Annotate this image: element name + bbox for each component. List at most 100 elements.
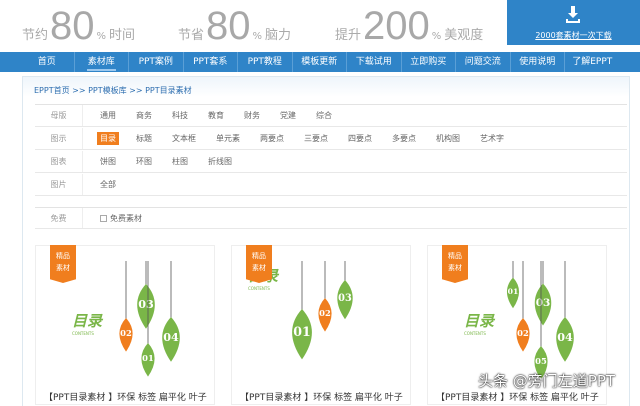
svg-text:04: 04: [163, 330, 179, 344]
slogan: 节约 80% 时间: [22, 4, 135, 49]
filter-row: 图片 全部: [35, 174, 627, 196]
card-title[interactable]: 【PPT目录素材 】环保 标签 扁平化 叶子: [436, 390, 599, 403]
leaf-label: 01: [141, 343, 155, 377]
filter-option[interactable]: 综合: [313, 109, 335, 122]
filter-row: 母版 通用 商务 科技 教育 财务 党建 综合: [35, 105, 627, 127]
leaf-label: 04: [556, 317, 574, 362]
svg-text:02: 02: [319, 308, 331, 318]
free-checkbox-label: 免费素材: [110, 213, 142, 223]
filter-row-free: 免费 免费素材: [35, 207, 627, 229]
filter-option[interactable]: 机构图: [433, 132, 463, 145]
slogan-pre: 节省: [178, 28, 205, 43]
slogan-pct: %: [431, 31, 442, 42]
svg-text:CONTENTS: CONTENTS: [464, 331, 486, 336]
svg-text:03: 03: [536, 297, 551, 309]
filter-option[interactable]: 商务: [133, 109, 155, 122]
nav-item[interactable]: 立即购买: [402, 52, 456, 72]
svg-text:CONTENTS: CONTENTS: [248, 286, 270, 291]
svg-text:02: 02: [120, 328, 132, 338]
filter-option[interactable]: 党建: [277, 109, 299, 122]
slogan-post: 脑力: [265, 28, 292, 43]
leaf-label: 02: [516, 318, 530, 352]
filter-option[interactable]: 环图: [133, 155, 155, 168]
svg-text:03: 03: [138, 297, 154, 311]
filter-option[interactable]: 柱图: [169, 155, 191, 168]
leaf-label: 02: [318, 298, 332, 332]
svg-text:03: 03: [338, 293, 352, 304]
download-icon: [566, 6, 580, 23]
slogan-num: 80: [206, 4, 251, 48]
free-checkbox[interactable]: 免费素材: [97, 212, 145, 225]
filter-option[interactable]: 艺术字: [477, 132, 507, 145]
slogan-pre: 提升: [335, 28, 362, 43]
filter-option[interactable]: 三要点: [301, 132, 331, 145]
nav-item[interactable]: 问题交流: [456, 52, 511, 72]
svg-text:01: 01: [293, 324, 311, 339]
filter-option[interactable]: 全部: [97, 178, 119, 191]
slogan-num: 200: [363, 4, 430, 48]
filter-option[interactable]: 标题: [133, 132, 155, 145]
filter-option[interactable]: 折线图: [205, 155, 235, 168]
leaf-label: 01: [506, 277, 520, 309]
card-title[interactable]: 【PPT目录素材 】环保 标签 扁平化 叶子: [44, 390, 207, 403]
slogan-pct: %: [96, 31, 107, 42]
watermark: 头条 @旁门左道PPT: [478, 372, 616, 390]
svg-text:05: 05: [535, 356, 547, 366]
filter-option[interactable]: 教育: [205, 109, 227, 122]
nav-item[interactable]: 首页: [20, 52, 75, 72]
filter-label: 图示: [35, 128, 83, 149]
slogan-post: 美观度: [444, 28, 484, 43]
template-card[interactable]: 03 02 04 01 目录 CONTENTS 精品 素材【PPT目录素材 】环保 标签 扁平…: [35, 245, 215, 405]
leaf-label: 03: [137, 284, 155, 329]
filter-option[interactable]: 单元素: [213, 132, 243, 145]
template-card[interactable]: 010203目录CONTENTS精品素材【PPT目录素材 】环保 标签 扁平化 …: [231, 245, 411, 405]
nav-item[interactable]: PPT案例: [129, 52, 184, 72]
nav-item[interactable]: PPT教程: [238, 52, 293, 72]
leaf-label: 02: [119, 318, 133, 352]
svg-text:目录: 目录: [464, 312, 496, 330]
premium-badge: 精品 素材: [50, 245, 76, 283]
leaf-label: 03: [337, 280, 353, 320]
filter-row: 图表 饼图 环图 柱图 折线图: [35, 151, 627, 173]
leaf-label: 04: [162, 317, 180, 362]
slogan-pre: 节约: [22, 28, 49, 43]
premium-badge: 精品 素材: [246, 245, 272, 283]
nav-item[interactable]: 使用说明: [511, 52, 565, 72]
svg-text:01: 01: [508, 287, 519, 296]
premium-badge: 精品 素材: [442, 245, 468, 283]
breadcrumb[interactable]: EPPT首页 >> PPT模板库 >> PPT目录素材: [34, 85, 192, 96]
filter-option[interactable]: 科技: [169, 109, 191, 122]
filter-label: 免费: [35, 208, 83, 228]
svg-text:CONTENTS: CONTENTS: [72, 331, 94, 336]
nav-item[interactable]: 了解EPPT: [565, 52, 620, 72]
nav-item[interactable]: 素材库: [75, 52, 129, 72]
filter-option[interactable]: 四要点: [345, 132, 375, 145]
download-all-button[interactable]: 2000套素材一次下载: [507, 0, 640, 45]
filter-label: 图表: [35, 151, 83, 172]
checkbox-icon: [100, 214, 107, 222]
filter-label: 母版: [35, 105, 83, 126]
filter-option[interactable]: 两要点: [257, 132, 287, 145]
filter-option[interactable]: 目录: [97, 132, 119, 145]
slogan-post: 时间: [109, 28, 136, 43]
nav-item[interactable]: PPT套系: [184, 52, 238, 72]
nav-item[interactable]: 模板更新: [293, 52, 347, 72]
main-nav: 首页 素材库 PPT案例 PPT套系 PPT教程 模板更新 下载试用 立即购买 问题交流 使用说明…: [0, 52, 640, 72]
nav-item[interactable]: 下载试用: [347, 52, 402, 72]
svg-text:目录: 目录: [72, 312, 104, 330]
svg-text:04: 04: [557, 330, 573, 344]
card-title[interactable]: 【PPT目录素材 】环保 标签 扁平化 叶子: [240, 390, 403, 403]
filter-label: 图片: [35, 174, 83, 195]
filter-option[interactable]: 通用: [97, 109, 119, 122]
leaf-label: 01: [292, 309, 312, 360]
filter-option[interactable]: 财务: [241, 109, 263, 122]
filter-option[interactable]: 饼图: [97, 155, 119, 168]
slogan-num: 80: [50, 4, 95, 48]
filter-option[interactable]: 多要点: [389, 132, 419, 145]
slogan: 提升 200% 美观度: [335, 4, 483, 49]
slogan-pct: %: [252, 31, 263, 42]
filter-option[interactable]: 文本框: [169, 132, 199, 145]
leaf-label: 03: [534, 283, 552, 326]
slogan: 节省 80% 脑力: [178, 4, 291, 49]
download-label: 2000套素材一次下载: [535, 31, 612, 40]
